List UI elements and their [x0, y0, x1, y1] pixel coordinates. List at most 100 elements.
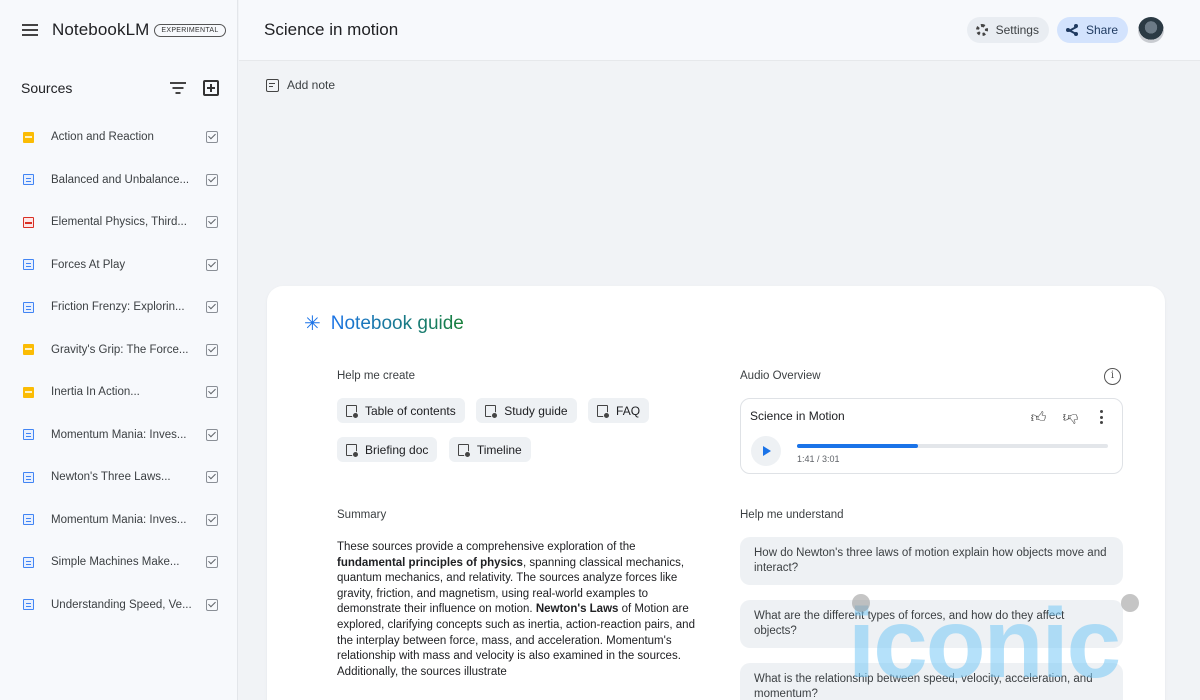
audio-progress-bar[interactable]: [797, 444, 1108, 448]
sources-title: Sources: [21, 80, 73, 96]
experimental-badge: EXPERIMENTAL: [154, 23, 226, 37]
source-item[interactable]: Forces At Play: [0, 244, 237, 287]
create-chips: Table of contents Study guide FAQ Briefi…: [337, 398, 697, 476]
source-checkbox[interactable]: [206, 173, 218, 186]
notebook-header: Science in motion Settings Share: [239, 0, 1200, 61]
avatar[interactable]: [1138, 17, 1164, 43]
source-label: Newton's Three Laws...: [51, 471, 171, 484]
source-checkbox[interactable]: [206, 386, 218, 399]
notebook-guide-card: ✳ Notebook guide Help me create Table of…: [267, 286, 1165, 700]
settings-button[interactable]: Settings: [966, 17, 1049, 43]
document-icon: [23, 599, 34, 611]
source-checkbox[interactable]: [206, 216, 218, 229]
document-icon: [23, 429, 34, 441]
app-name: NotebookLM: [52, 20, 150, 39]
suggested-question[interactable]: How do Newton's three laws of motion exp…: [740, 537, 1123, 585]
source-label: Momentum Mania: Inves...: [51, 513, 187, 526]
source-checkbox[interactable]: [206, 598, 218, 611]
add-note-button[interactable]: Add note: [266, 78, 335, 92]
faq-chip[interactable]: FAQ: [588, 398, 650, 423]
timeline-chip[interactable]: Timeline: [448, 437, 531, 462]
study-guide-chip[interactable]: Study guide: [476, 398, 577, 423]
notebook-main: Science in motion Settings Share Add not…: [239, 0, 1200, 700]
note-add-icon: [457, 443, 471, 458]
source-item[interactable]: Balanced and Unbalance...: [0, 159, 237, 202]
notebook-title[interactable]: Science in motion: [264, 20, 967, 40]
source-list: Action and Reaction Balanced and Unbalan…: [0, 116, 237, 626]
info-icon[interactable]: i: [1104, 368, 1121, 385]
source-label: Action and Reaction: [51, 131, 154, 144]
chip-label: Timeline: [476, 442, 522, 457]
document-icon: [23, 259, 34, 271]
slides-icon: [23, 344, 34, 356]
watermark-dot: [1121, 594, 1139, 612]
source-label: Momentum Mania: Inves...: [51, 428, 187, 441]
add-note-label: Add note: [287, 78, 336, 92]
source-label: Simple Machines Make...: [51, 556, 180, 569]
filter-icon[interactable]: [169, 81, 187, 95]
source-checkbox[interactable]: [206, 301, 218, 314]
note-add-icon: [485, 404, 499, 419]
source-item[interactable]: Momentum Mania: Inves...: [0, 499, 237, 542]
source-checkbox[interactable]: [206, 428, 218, 441]
suggested-question[interactable]: What are the different types of forces, …: [740, 600, 1123, 648]
note-add-icon: [346, 404, 359, 419]
audio-progress-fill: [797, 444, 919, 448]
audio-player: Science in Motion 👍︎ 👍︎ 1:41 / 3:01: [740, 398, 1123, 474]
audio-overview-label: Audio Overview: [740, 370, 821, 382]
table-of-contents-chip[interactable]: Table of contents: [337, 398, 465, 423]
slides-icon: [23, 386, 34, 398]
briefing-doc-chip[interactable]: Briefing doc: [337, 437, 438, 462]
document-icon: [23, 174, 34, 186]
summary-bold: Newton's Laws: [535, 603, 619, 616]
summary-bold: fundamental principles of physics: [337, 556, 523, 569]
share-label: Share: [1085, 23, 1118, 37]
source-item[interactable]: Friction Frenzy: Explorin...: [0, 286, 237, 329]
app-header: NotebookLM EXPERIMENTAL: [0, 0, 237, 60]
source-item[interactable]: Inertia In Action...: [0, 371, 237, 414]
chip-label: Briefing doc: [365, 442, 429, 457]
chip-label: Table of contents: [365, 403, 456, 418]
source-checkbox[interactable]: [206, 343, 218, 356]
share-button[interactable]: Share: [1056, 17, 1128, 43]
thumbs-up-icon[interactable]: 👍︎: [1030, 409, 1047, 426]
thumbs-down-icon[interactable]: 👍︎: [1062, 409, 1079, 426]
source-checkbox[interactable]: [206, 471, 218, 484]
source-item[interactable]: Momentum Mania: Inves...: [0, 414, 237, 457]
source-label: Understanding Speed, Ve...: [51, 598, 192, 611]
source-label: Friction Frenzy: Explorin...: [51, 301, 185, 314]
summary-part: These sources provide a comprehensive ex…: [337, 541, 636, 553]
menu-icon[interactable]: [22, 24, 38, 36]
guide-header: ✳ Notebook guide: [304, 313, 464, 335]
guide-title: Notebook guide: [330, 313, 464, 334]
source-item[interactable]: Simple Machines Make...: [0, 541, 237, 584]
pdf-icon: [23, 216, 34, 228]
share-icon: [1065, 24, 1078, 36]
document-icon: [23, 301, 34, 313]
source-item[interactable]: Understanding Speed, Ve...: [0, 584, 237, 627]
source-item[interactable]: Newton's Three Laws...: [0, 456, 237, 499]
watermark-dot: [852, 594, 870, 612]
note-add-icon: [597, 404, 611, 419]
document-icon: [23, 471, 34, 483]
note-add-icon: [346, 443, 359, 458]
audio-time: 1:41 / 3:01: [797, 454, 840, 464]
play-button[interactable]: [751, 436, 781, 466]
source-label: Inertia In Action...: [51, 386, 140, 399]
source-checkbox[interactable]: [206, 131, 218, 144]
sources-sidebar: NotebookLM EXPERIMENTAL Sources Action a…: [0, 0, 238, 700]
audio-title: Science in Motion: [750, 409, 845, 423]
add-source-icon[interactable]: [203, 80, 219, 96]
source-checkbox[interactable]: [206, 258, 218, 271]
note-icon: [266, 78, 279, 92]
source-item[interactable]: Action and Reaction: [0, 116, 237, 159]
suggested-question[interactable]: What is the relationship between speed, …: [740, 663, 1123, 700]
source-checkbox[interactable]: [206, 556, 218, 569]
help-understand-label: Help me understand: [740, 509, 844, 521]
source-checkbox[interactable]: [206, 513, 218, 526]
settings-label: Settings: [995, 23, 1039, 37]
more-options-icon[interactable]: [1096, 410, 1106, 426]
source-item[interactable]: Elemental Physics, Third...: [0, 201, 237, 244]
source-label: Elemental Physics, Third...: [51, 216, 187, 229]
source-item[interactable]: Gravity's Grip: The Force...: [0, 329, 237, 372]
